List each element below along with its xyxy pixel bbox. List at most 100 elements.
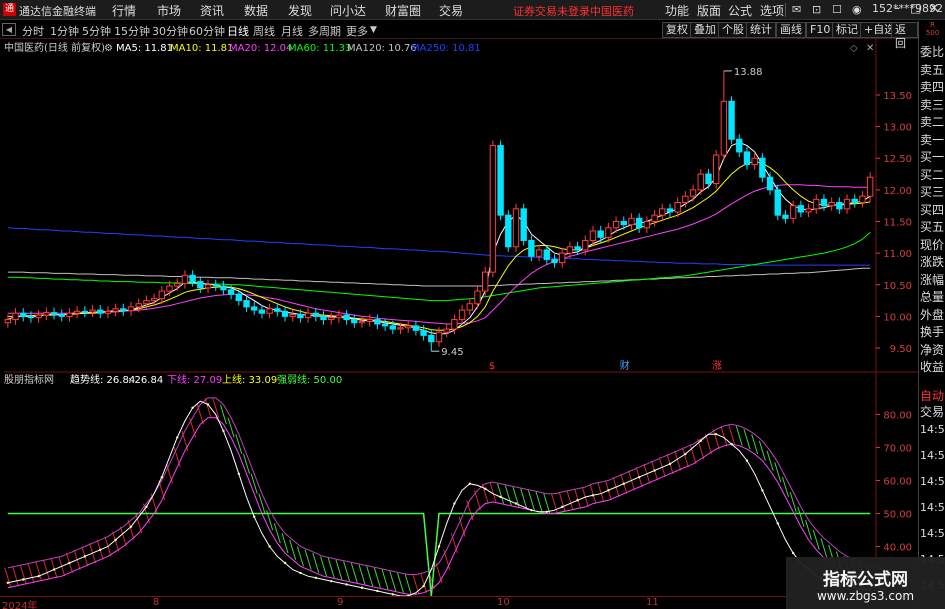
menu-item-zixun[interactable]: 资讯: [200, 2, 224, 19]
watermark: 指标公式网 www.zbgs3.com: [786, 557, 945, 609]
panel-close-icon[interactable]: ✕: [866, 43, 874, 54]
indicator-tick-label: 80.00: [883, 410, 912, 421]
side-label[interactable]: 买一: [920, 148, 944, 165]
overlay-button[interactable]: 叠加: [690, 22, 720, 38]
side-label[interactable]: 总量: [920, 288, 944, 305]
candle-body: [358, 320, 366, 324]
side-label[interactable]: 换手: [920, 323, 944, 340]
stock-button[interactable]: 个股: [718, 22, 748, 38]
band-hatch: [373, 567, 381, 588]
menu-item-faxian[interactable]: 发现: [288, 2, 312, 19]
side-label[interactable]: 涨幅: [920, 271, 944, 288]
side-label[interactable]: 涨跌: [920, 253, 944, 270]
menu-item-shichang[interactable]: 市场: [157, 2, 181, 19]
price-tick-label: 13.50: [883, 91, 912, 102]
maximize-button[interactable]: □: [910, 1, 921, 15]
period-5min[interactable]: 5分钟: [82, 23, 111, 39]
side-label[interactable]: 净资: [920, 341, 944, 358]
chevron-down-icon[interactable]: ▼: [370, 25, 377, 35]
side-label[interactable]: 卖三: [920, 96, 944, 113]
date-label: 2024年: [2, 601, 38, 609]
candle-body: [789, 205, 797, 219]
indicator-panel[interactable]: [4, 397, 886, 596]
period-daily[interactable]: 日线: [227, 23, 249, 39]
band-hatch: [358, 564, 366, 585]
side-label[interactable]: 收益: [920, 358, 944, 375]
side-panel-header: R 500: [925, 21, 940, 37]
menu-item-hangqing[interactable]: 行情: [112, 2, 136, 19]
side-label[interactable]: 买四: [920, 201, 944, 218]
user-icon[interactable]: ◉: [852, 3, 862, 16]
side-label[interactable]: 外盘: [920, 306, 944, 323]
candle-body: [566, 246, 574, 254]
minimize-button[interactable]: –: [894, 1, 900, 15]
period-weekly[interactable]: 周线: [253, 23, 275, 39]
back-button[interactable]: 返回: [891, 22, 918, 50]
draw-button[interactable]: 画线: [776, 22, 806, 38]
menu-item-xuanxiang[interactable]: 选项: [760, 2, 784, 19]
event-marker-s[interactable]: $: [489, 361, 495, 372]
stats-button[interactable]: 统计: [746, 22, 776, 38]
price-panel[interactable]: 13.88 9.45 $ 财 涨: [4, 67, 874, 372]
menu-item-caifuquan[interactable]: 财富圈: [385, 2, 421, 19]
side-label[interactable]: 卖四: [920, 78, 944, 95]
period-monthly[interactable]: 月线: [281, 23, 303, 39]
close-button[interactable]: ✕: [929, 1, 939, 15]
chart-area[interactable]: 13.88 9.45 $ 财 涨 13.50 13.00 12.50 12.00 11.50 11…: [0, 39, 918, 596]
settings-gear-icon[interactable]: ⚙: [104, 43, 113, 54]
side-tab-auto[interactable]: 自动: [920, 387, 944, 404]
side-label[interactable]: 现价: [920, 236, 944, 253]
event-marker-zhang[interactable]: 涨: [712, 360, 722, 372]
login-alert[interactable]: 证券交易未登录: [513, 3, 590, 19]
side-label[interactable]: 委比: [920, 43, 944, 60]
ma250-legend: MA250: 10.81: [411, 43, 481, 54]
candle-body: [112, 308, 119, 312]
side-label[interactable]: 买五: [920, 218, 944, 235]
side-label[interactable]: 买三: [920, 183, 944, 200]
side-tab-trade[interactable]: 交易: [920, 403, 944, 420]
period-fenshi[interactable]: 分时: [22, 23, 44, 39]
menu-separator: [785, 3, 786, 17]
mark-button[interactable]: 标记: [832, 22, 862, 38]
candle-body: [836, 202, 843, 210]
candle-body: [328, 317, 335, 321]
mail-icon[interactable]: ✉: [792, 3, 801, 16]
period-60min[interactable]: 60分钟: [189, 23, 225, 39]
side-label[interactable]: 买二: [920, 166, 944, 183]
menu-item-gongneng[interactable]: 功能: [665, 2, 689, 19]
candle-body: [666, 208, 674, 213]
menu-item-gongshi[interactable]: 公式: [728, 2, 752, 19]
side-label[interactable]: 卖一: [920, 131, 944, 148]
price-tick-label: 11.00: [883, 249, 912, 260]
candle-body: [289, 313, 296, 317]
menu-item-shuju[interactable]: 数据: [244, 2, 268, 19]
f10-button[interactable]: F10: [806, 22, 835, 38]
candle-body: [697, 173, 704, 191]
candle-body: [651, 214, 658, 222]
fuquan-button[interactable]: 复权: [662, 22, 692, 38]
message-icon[interactable]: ☐: [832, 3, 842, 16]
lock-icon[interactable]: ⊡: [812, 3, 821, 16]
period-1min[interactable]: 1分钟: [50, 23, 79, 39]
menu-item-jiaoyi[interactable]: 交易: [439, 2, 463, 19]
diamond-icon[interactable]: ◇: [850, 43, 858, 54]
collapse-toggle-icon[interactable]: ◀: [2, 23, 16, 36]
candle-body: [774, 189, 781, 216]
candle-body: [135, 303, 142, 308]
period-30min[interactable]: 30分钟: [152, 23, 188, 39]
band-hatch: [4, 567, 12, 588]
candle-body: [50, 312, 58, 315]
ma20-line: [7, 184, 871, 325]
period-15min[interactable]: 15分钟: [114, 23, 150, 39]
trend-point: [514, 502, 518, 505]
menu-item-banmian[interactable]: 版面: [697, 2, 721, 19]
event-marker-cai[interactable]: 财: [620, 359, 630, 372]
lower-legend: 下线: 27.09: [167, 373, 222, 386]
period-more[interactable]: 更多: [346, 23, 368, 39]
menu-item-wenxiaoda[interactable]: 问小达: [330, 2, 366, 19]
trend-point: [761, 489, 764, 492]
candle-body: [251, 306, 258, 311]
side-label[interactable]: 卖五: [920, 61, 944, 78]
side-label[interactable]: 卖二: [920, 113, 944, 130]
period-multi[interactable]: 多周期: [308, 23, 341, 39]
